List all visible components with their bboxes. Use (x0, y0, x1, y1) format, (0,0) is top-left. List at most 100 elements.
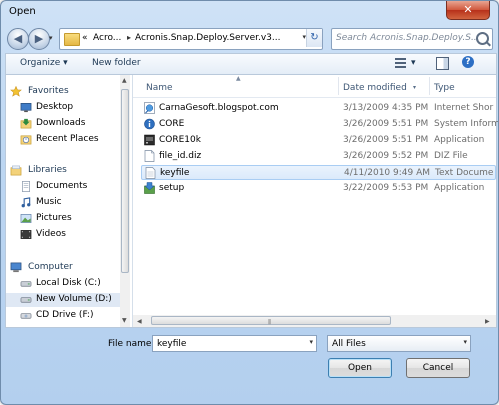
column-header-name[interactable]: Name (146, 83, 173, 93)
file-date: 3/22/2009 5:53 PM (343, 183, 429, 193)
scroll-right-arrow[interactable]: ▶ (485, 318, 490, 325)
file-icon (144, 150, 155, 162)
file-row[interactable]: file_id.diz 3/26/2009 5:52 PM DIZ File (141, 149, 496, 164)
breadcrumb-separator[interactable]: ▸ (127, 33, 131, 42)
navigation-bar: ◀ ▶ ▾ « Acro... ▸ Acronis.Snap.Deploy.Se… (1, 23, 498, 53)
nav-item-pictures-label: Pictures (36, 213, 72, 223)
scroll-grip: ||| (268, 319, 271, 325)
change-view-icon[interactable] (395, 58, 406, 68)
music-icon (21, 197, 31, 208)
refresh-button[interactable]: ↻ (306, 29, 322, 47)
navigation-pane: Favorites Desktop Downloads Recent Place… (6, 75, 133, 327)
view-options-dropdown[interactable]: ▾ (411, 58, 416, 68)
close-button[interactable]: ✕ (446, 1, 490, 20)
column-divider[interactable] (429, 77, 430, 95)
sort-indicator: ▲ (236, 75, 241, 82)
file-name-value: keyfile (157, 339, 187, 349)
file-name: setup (159, 183, 185, 193)
file-row[interactable]: CORE 3/26/2009 5:51 PM System Inform (141, 117, 499, 132)
nav-computer-label: Computer (28, 262, 73, 272)
system-info-icon (144, 118, 155, 130)
internet-shortcut-icon (144, 102, 155, 114)
title-bar: Open ✕ (1, 1, 498, 23)
nav-item-music-label: Music (36, 197, 62, 207)
file-date: 3/13/2009 4:35 PM (343, 103, 429, 113)
file-name-dropdown[interactable]: ▾ (309, 338, 313, 346)
file-name-input[interactable]: keyfile ▾ (152, 335, 317, 352)
file-type: Text Docume (435, 168, 494, 178)
setup-icon (144, 182, 155, 194)
back-button[interactable]: ◀ (7, 28, 29, 50)
file-type: Internet Shor (434, 103, 494, 113)
horizontal-scrollbar[interactable]: ◀ ||| ▶ (133, 315, 496, 327)
column-header-type[interactable]: Type (434, 83, 455, 93)
drive-icon (20, 297, 32, 303)
file-date: 4/11/2010 9:49 AM (344, 168, 431, 178)
open-button[interactable]: Open (328, 358, 392, 378)
nav-item-cd-drive-f-label: CD Drive (F:) (36, 310, 94, 320)
documents-icon (22, 181, 30, 192)
nav-libraries-label: Libraries (28, 165, 67, 175)
scroll-down-arrow[interactable]: ▼ (122, 317, 127, 324)
libraries-icon (10, 165, 22, 176)
file-row[interactable]: CORE10k 3/26/2009 5:51 PM Application (141, 133, 496, 148)
computer-icon (10, 262, 22, 273)
file-type: Application (434, 183, 485, 193)
file-row[interactable]: setup 3/22/2009 5:53 PM Application (141, 181, 496, 196)
nav-item-recent-places-label: Recent Places (36, 134, 99, 144)
recent-places-icon (20, 135, 32, 145)
file-type-select[interactable]: All Files ▾ (327, 335, 471, 352)
file-row-selected[interactable]: keyfile 4/11/2010 9:49 AM Text Docume (141, 165, 496, 180)
desktop-icon (20, 103, 32, 113)
navigation-scrollbar[interactable]: ▲ ▼ (120, 75, 130, 327)
nav-item-videos-label: Videos (36, 229, 66, 239)
column-filter-dropdown[interactable]: ▾ (413, 84, 416, 91)
nav-favorites-label: Favorites (28, 86, 69, 96)
star-icon (10, 86, 22, 97)
nav-item-local-disk-c-label: Local Disk (C:) (36, 278, 101, 288)
breadcrumb-overflow[interactable]: « (82, 33, 88, 43)
address-bar[interactable]: « Acro... ▸ Acronis.Snap.Deploy.Server.v… (59, 28, 323, 50)
new-folder-button[interactable]: New folder (92, 58, 141, 68)
application-icon (144, 134, 155, 146)
scroll-up-arrow[interactable]: ▲ (122, 77, 127, 84)
scrollbar-thumb[interactable] (121, 89, 129, 273)
downloads-icon (20, 118, 32, 129)
column-header-date[interactable]: Date modified (343, 83, 407, 93)
scroll-left-arrow[interactable]: ◀ (137, 318, 142, 325)
videos-icon (20, 230, 32, 239)
column-headers: ▲ Name Date modified ▾ Type (133, 75, 496, 98)
file-name: CORE (159, 119, 185, 129)
nav-item-downloads-label: Downloads (36, 118, 86, 128)
file-date: 3/26/2009 5:51 PM (343, 135, 429, 145)
recent-locations-dropdown[interactable]: ▾ (49, 34, 53, 42)
window-title: Open (9, 6, 36, 17)
file-name: file_id.diz (159, 151, 202, 161)
scrollbar-thumb[interactable]: ||| (151, 316, 391, 325)
search-icon (476, 32, 489, 45)
help-icon[interactable]: ? (462, 56, 474, 68)
file-type-dropdown[interactable]: ▾ (463, 338, 467, 346)
file-type: Application (434, 135, 485, 145)
content-area: Favorites Desktop Downloads Recent Place… (5, 74, 499, 328)
nav-item-new-volume-d[interactable]: New Volume (D:) (6, 293, 120, 307)
organize-button[interactable]: Organize ▾ (20, 58, 68, 68)
file-name: CarnaGesoft.blogspot.com (159, 103, 279, 113)
open-dialog: Open ✕ ◀ ▶ ▾ « Acro... ▸ Acronis.Snap.De… (0, 0, 499, 405)
forward-button[interactable]: ▶ (28, 28, 50, 50)
breadcrumb-acronis[interactable]: Acro... (93, 33, 121, 43)
file-name: CORE10k (159, 135, 201, 145)
preview-pane-icon[interactable] (436, 57, 449, 70)
folder-icon (64, 33, 80, 46)
breadcrumb-current-folder[interactable]: Acronis.Snap.Deploy.Server.v3... (135, 33, 281, 43)
column-divider[interactable] (338, 77, 339, 95)
cancel-button[interactable]: Cancel (406, 358, 470, 378)
file-date: 3/26/2009 5:51 PM (343, 119, 429, 129)
search-placeholder: Search Acronis.Snap.Deploy.S... (336, 33, 480, 43)
file-type: System Inform (434, 119, 499, 129)
pictures-icon (20, 214, 32, 223)
search-input[interactable]: Search Acronis.Snap.Deploy.S... (331, 28, 493, 50)
file-name: keyfile (160, 168, 190, 178)
file-row[interactable]: CarnaGesoft.blogspot.com 3/13/2009 4:35 … (141, 101, 496, 116)
file-type: DIZ File (434, 151, 468, 161)
